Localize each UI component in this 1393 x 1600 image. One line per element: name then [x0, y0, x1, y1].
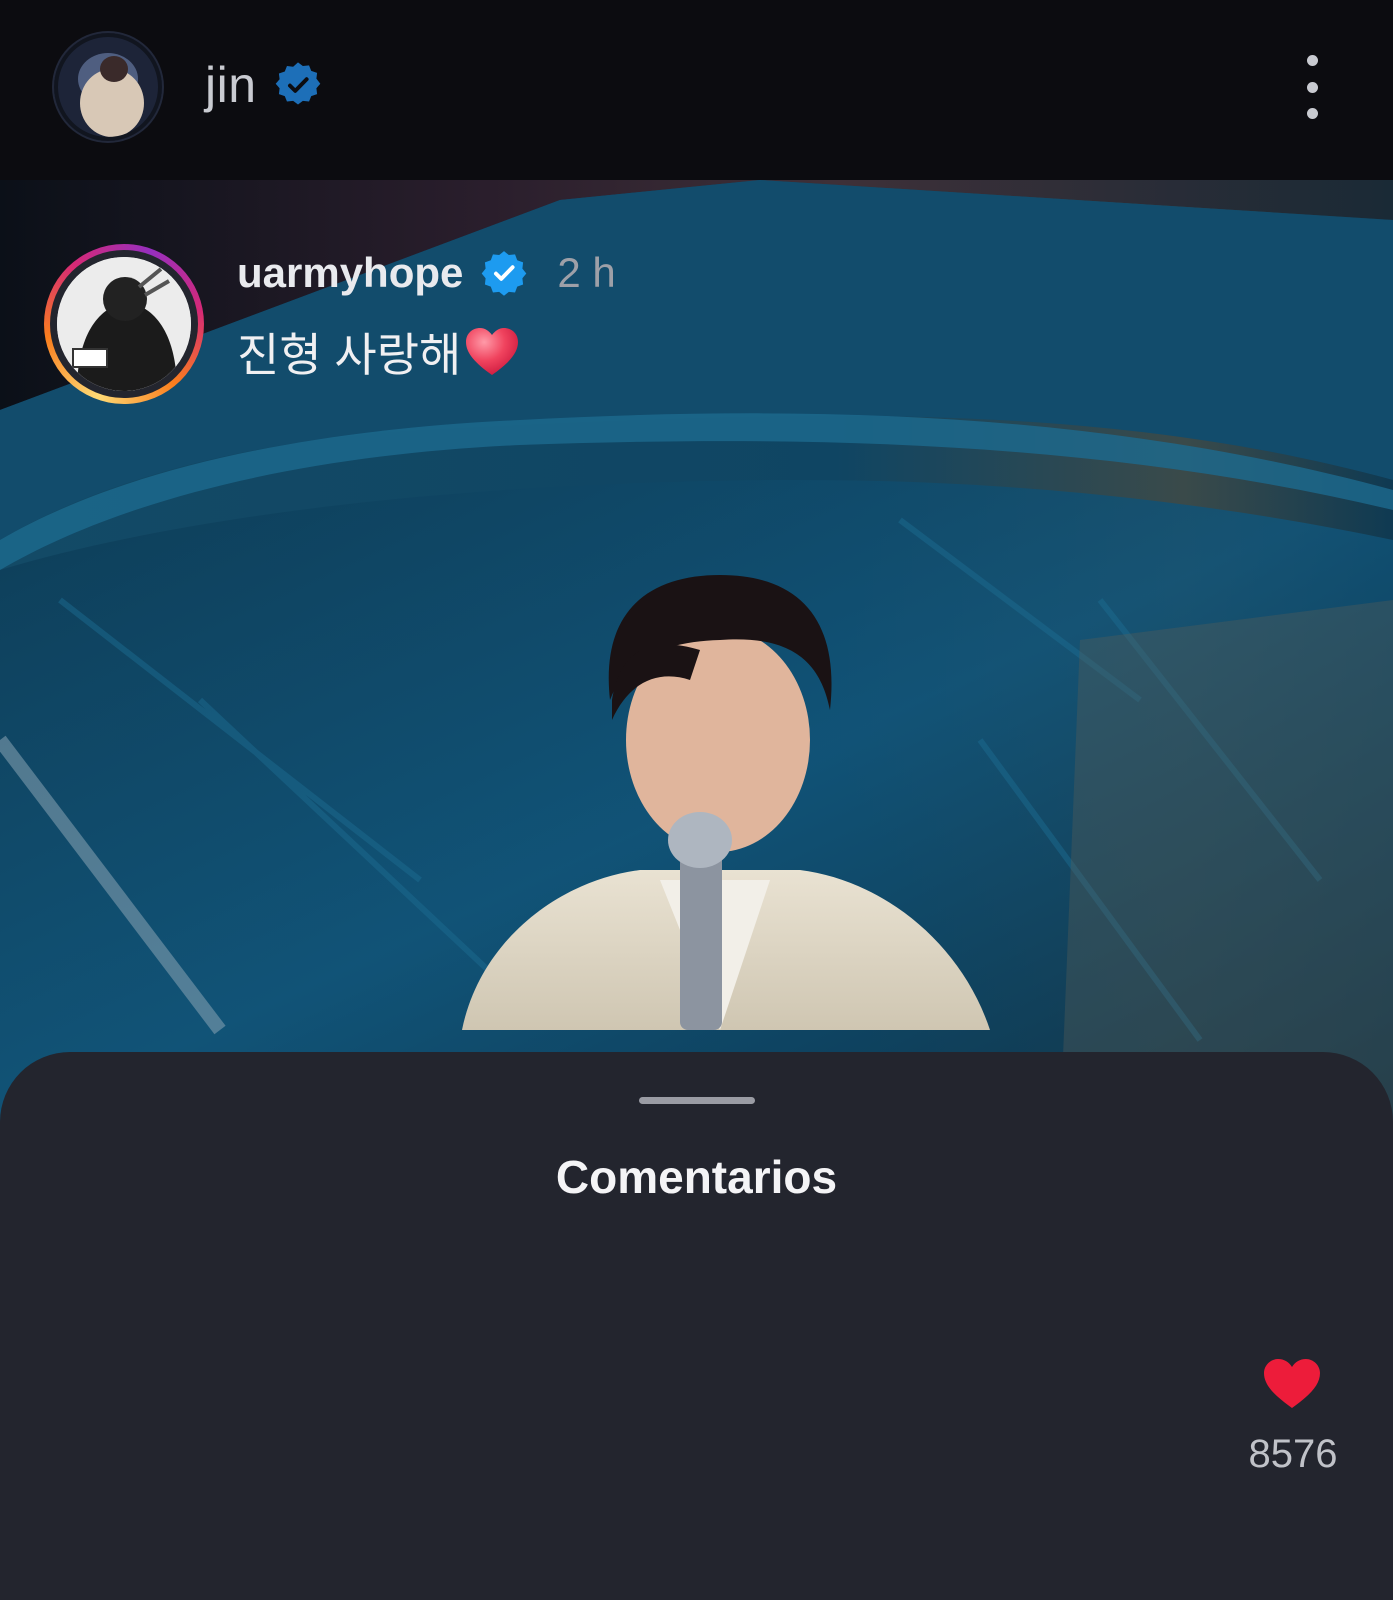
avatar-image	[54, 33, 162, 141]
sheet-title: Comentarios	[555, 1151, 838, 1203]
author-row: jin	[205, 55, 321, 115]
comment-header: uarmyhope 2 h	[237, 245, 616, 301]
comment-body: 진형 사랑해	[237, 322, 521, 382]
avatar-ring-gap	[50, 250, 198, 398]
commenter-avatar-image	[57, 257, 191, 391]
comment-username[interactable]: uarmyhope	[237, 249, 463, 297]
comment-text: 진형 사랑해	[237, 329, 462, 381]
photo-illustration	[0, 180, 1393, 1130]
author-username[interactable]: jin	[205, 56, 257, 114]
comment-avatar-story-ring[interactable]	[44, 244, 204, 404]
verified-badge-icon	[275, 62, 320, 105]
post-photo[interactable]	[0, 180, 1393, 1130]
dot	[1306, 81, 1318, 93]
like-heart-icon[interactable]	[1262, 1358, 1322, 1410]
comment-timestamp: 2 h	[557, 249, 616, 296]
dot	[1306, 55, 1318, 66]
comments-sheet: Comentarios	[0, 1052, 1393, 1600]
commenter-avatar	[57, 257, 191, 391]
drag-handle[interactable]	[639, 1097, 755, 1104]
post-header: jin	[0, 0, 1393, 180]
dot	[1306, 108, 1318, 119]
verified-badge-icon	[482, 251, 527, 296]
like-count: 8576	[1248, 1432, 1338, 1476]
more-vertical-icon[interactable]	[1295, 55, 1329, 119]
author-avatar[interactable]	[54, 33, 162, 141]
red-heart-emoji-icon	[466, 328, 519, 375]
